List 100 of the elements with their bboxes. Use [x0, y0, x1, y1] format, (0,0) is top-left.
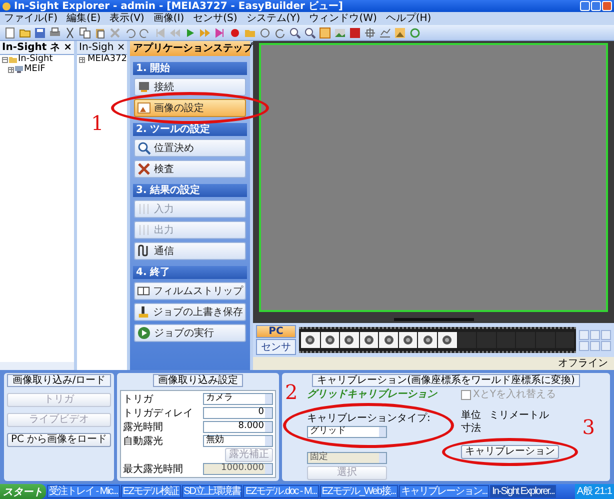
step-icon: [137, 80, 151, 94]
step-icon: [137, 223, 151, 237]
disc-icon: [364, 335, 374, 345]
source-toggle[interactable]: センサ: [256, 339, 296, 355]
film-frame[interactable]: [320, 332, 340, 348]
expand-toggle[interactable]: [2, 56, 8, 63]
field-value: ミリメートル: [489, 410, 549, 421]
menu-item[interactable]: センサ(S): [193, 13, 238, 24]
step-button[interactable]: ジョブの上書き保存: [134, 303, 246, 321]
film-frame[interactable]: [340, 332, 359, 348]
menu-item[interactable]: 編集(E): [66, 13, 101, 24]
step-button[interactable]: 位置決め: [134, 139, 246, 157]
dropdown[interactable]: カメラ: [203, 393, 273, 405]
film-frame[interactable]: [379, 332, 398, 348]
minimize-button[interactable]: [580, 1, 590, 11]
menu-item[interactable]: 表示(V): [110, 13, 144, 24]
step-button[interactable]: ジョブの実行: [134, 324, 246, 342]
step-icon: [137, 284, 150, 298]
step-icon: [137, 101, 151, 115]
field-label: トリガディレイ: [123, 408, 193, 418]
disc-icon: [403, 335, 414, 345]
graph-icon[interactable]: [379, 26, 391, 38]
step-icon: [137, 326, 151, 340]
save-icon[interactable]: [34, 26, 46, 38]
annotation-number: 1: [91, 113, 104, 133]
disc-icon: [344, 335, 354, 345]
horizontal-scrollbar[interactable]: [0, 362, 74, 370]
restore-button[interactable]: [591, 1, 601, 11]
taskbar-button[interactable]: EZモデル_Web接...: [320, 485, 398, 498]
ring-icon[interactable]: [409, 26, 421, 38]
image-view[interactable]: [259, 43, 608, 312]
spinner-field[interactable]: 8.000: [203, 421, 273, 433]
group-header: 1. 開始: [133, 62, 247, 75]
tree-node[interactable]: MEIA372: [77, 55, 127, 65]
step-icon: [137, 244, 151, 258]
taskbar-button[interactable]: EZモデル検証: [120, 485, 181, 498]
acquire-button[interactable]: PC から画像をロード: [7, 433, 111, 447]
step-button[interactable]: 接続: [134, 78, 246, 96]
taskbar-button[interactable]: EZモデル.doc - M...: [243, 485, 319, 498]
menu-item[interactable]: 画像(I): [153, 13, 184, 24]
source-toggle[interactable]: PC: [256, 325, 296, 338]
group-header: 3. 結果の設定: [133, 184, 247, 197]
film-frame[interactable]: [301, 332, 320, 348]
menu-item[interactable]: ヘルプ(H): [386, 13, 432, 24]
zoom-out-icon[interactable]: [304, 26, 316, 38]
step-button[interactable]: 検査: [134, 160, 246, 178]
film-frame[interactable]: [360, 332, 378, 348]
last-frame-icon[interactable]: [214, 26, 226, 38]
fit-image-icon[interactable]: [319, 26, 331, 38]
expand-toggle[interactable]: [8, 66, 14, 73]
dropdown[interactable]: グリッド: [307, 426, 387, 438]
zoom-in-icon[interactable]: [289, 26, 301, 38]
menu-item[interactable]: ウィンドウ(W): [309, 13, 377, 24]
status-text: オフライン: [558, 358, 608, 369]
dropdown[interactable]: 無効: [203, 435, 273, 447]
window-title: In-Sight Explorer - admin - [MEIA3727 - EasyBuilder ビュー]: [14, 0, 343, 12]
taskbar-button[interactable]: キャリブレーション...: [398, 485, 490, 498]
spinner-field[interactable]: 0: [203, 407, 273, 419]
copy-icon[interactable]: [79, 26, 91, 38]
refresh-icon[interactable]: [274, 26, 286, 38]
splitter-handle[interactable]: [394, 318, 474, 321]
tree-node[interactable]: In-Sight: [0, 55, 74, 65]
redo-icon[interactable]: [139, 26, 151, 38]
disc-icon: [305, 335, 316, 345]
crosshair-icon[interactable]: [364, 26, 376, 38]
disc-icon: [422, 335, 433, 345]
field-label: キャリブレーションタイプ:: [307, 413, 430, 424]
record-icon[interactable]: [229, 26, 241, 38]
circle-icon[interactable]: [259, 26, 271, 38]
taskbar-button[interactable]: 受注トレイ - Mic...: [47, 485, 120, 498]
cut-icon[interactable]: [64, 26, 76, 38]
expand-toggle[interactable]: [79, 56, 85, 63]
group-title: 画像取り込み/ロード: [7, 374, 111, 387]
close-button[interactable]: [602, 1, 612, 11]
pane-tab[interactable]: In-Sight ネ ×: [0, 41, 74, 55]
step-button[interactable]: 画像の設定: [134, 99, 246, 117]
square-icon[interactable]: [349, 26, 361, 38]
group-header: 4. 終了: [133, 266, 247, 279]
calibration-button[interactable]: キャリブレーション: [461, 445, 559, 459]
film-frame[interactable]: [418, 332, 438, 348]
printer-icon[interactable]: [49, 26, 61, 38]
film-frame[interactable]: [398, 332, 418, 348]
image-icon[interactable]: [334, 26, 346, 38]
menu-item[interactable]: システム(Y): [246, 13, 300, 24]
menu-item[interactable]: ファイル(F): [4, 13, 58, 24]
group-header: 2. ツールの設定: [133, 123, 247, 136]
taskbar-button[interactable]: In-Sight Explorer...: [490, 485, 556, 498]
taskbar-button[interactable]: SD立上環境書: [182, 485, 242, 498]
field-label: トリガ: [123, 394, 153, 404]
paste-icon[interactable]: [94, 26, 106, 38]
step-button[interactable]: 通信: [134, 242, 246, 260]
highlight-image-icon[interactable]: [394, 26, 406, 38]
step-button[interactable]: フィルムストリップ: [134, 282, 246, 300]
undo-icon[interactable]: [124, 26, 136, 38]
computer-icon: [15, 66, 23, 74]
new-document-icon[interactable]: [4, 26, 16, 38]
dropdown[interactable]: 固定: [307, 452, 387, 464]
film-frame[interactable]: [438, 332, 457, 348]
pane-tab[interactable]: In-Sigh ×: [77, 41, 127, 55]
tree-node[interactable]: MEIF: [6, 64, 74, 75]
